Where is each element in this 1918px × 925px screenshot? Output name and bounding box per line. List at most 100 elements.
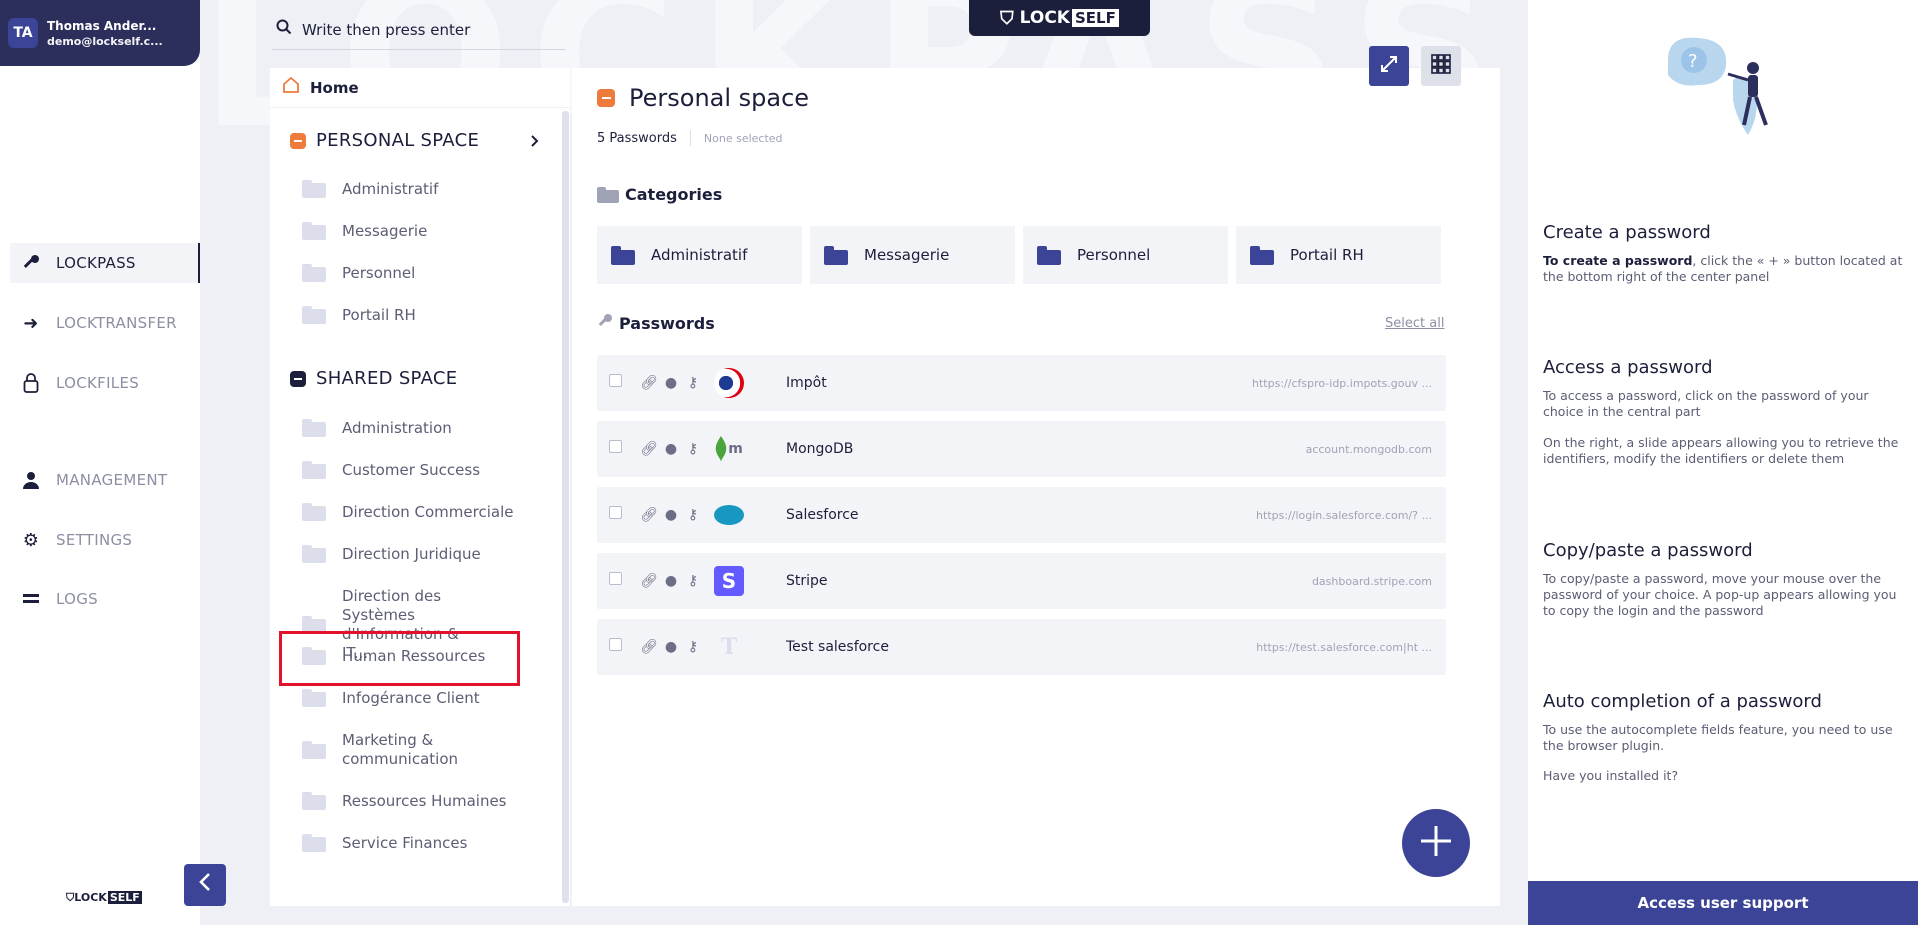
main-panel: Personal space 5 Passwords None selected… — [572, 46, 1500, 906]
link-icon[interactable]: 🔗︎ — [638, 441, 660, 457]
chevron-left-icon — [198, 872, 212, 898]
category-portail-rh[interactable]: Portail RH — [1236, 226, 1441, 284]
search-icon — [276, 19, 292, 40]
search-input[interactable] — [302, 20, 542, 39]
folder-marketing-communication[interactable]: Marketing & communication — [302, 731, 462, 769]
letter-t-logo: T — [720, 634, 738, 660]
password-name: MongoDB — [786, 441, 854, 457]
category-administratif[interactable]: Administratif — [597, 226, 802, 284]
folder-icon — [302, 180, 326, 198]
folder-direction-juridique[interactable]: Direction Juridique — [302, 545, 552, 563]
folder-icon — [1037, 245, 1061, 265]
folder-personnel[interactable]: Personnel — [302, 264, 552, 282]
expand-icon — [1379, 54, 1399, 79]
user-icon[interactable]: ● — [660, 639, 682, 655]
add-password-button[interactable] — [1402, 809, 1470, 877]
tree-home[interactable]: Home — [270, 68, 570, 108]
nav-item-management[interactable]: MANAGEMENT — [10, 460, 200, 500]
grid-view-button[interactable] — [1421, 46, 1461, 86]
nav-label: LOCKTRANSFER — [56, 314, 177, 332]
password-name: Salesforce — [786, 507, 859, 523]
user-icon[interactable]: ● — [660, 441, 682, 457]
password-row-stripe[interactable]: 🔗︎ ● ⚷ S Stripe dashboard.stripe.com — [597, 553, 1446, 609]
folder-customer-success[interactable]: Customer Success — [302, 461, 552, 479]
key-icon[interactable]: ⚷ — [682, 639, 704, 655]
folder-icon — [302, 834, 326, 852]
link-icon[interactable]: 🔗︎ — [638, 573, 660, 589]
nav-item-logs[interactable]: LOGS — [10, 579, 200, 619]
folder-icon — [302, 419, 326, 437]
folder-messagerie[interactable]: Messagerie — [302, 222, 552, 240]
folder-icon — [302, 264, 326, 282]
arrow-right-icon: ➜ — [23, 312, 39, 334]
link-icon[interactable]: 🔗︎ — [638, 507, 660, 523]
folder-administratif[interactable]: Administratif — [302, 180, 552, 198]
passwords-heading: Passwords — [597, 313, 715, 334]
shared-space-title[interactable]: SHARED SPACE — [290, 368, 457, 389]
link-icon[interactable]: 🔗︎ — [638, 375, 660, 391]
folder-direction-commerciale[interactable]: Direction Commerciale — [302, 503, 552, 521]
folder-icon — [302, 222, 326, 240]
personal-space-title[interactable]: PERSONAL SPACE — [290, 130, 479, 151]
folder-ressources-humaines[interactable]: Ressources Humaines — [302, 792, 552, 810]
nav-item-lockfiles[interactable]: LOCKFILES — [10, 363, 200, 403]
category-messagerie[interactable]: Messagerie — [810, 226, 1015, 284]
selection-status: None selected — [703, 131, 783, 145]
gear-icon: ⚙ — [22, 529, 40, 551]
stripe-logo: S — [714, 566, 744, 596]
password-row-mongodb[interactable]: 🔗︎ ● ⚷ m MongoDB account.mongodb.com — [597, 421, 1446, 477]
help-auto-completion: Auto completion of a password To use the… — [1543, 691, 1893, 783]
link-icon[interactable]: 🔗︎ — [638, 639, 660, 655]
nav-label: LOGS — [56, 590, 98, 608]
divider — [689, 130, 691, 146]
nav-item-locktransfer[interactable]: ➜ LOCKTRANSFER — [10, 303, 200, 343]
collapse-sidebar-button[interactable] — [184, 864, 226, 906]
category-personnel[interactable]: Personnel — [1023, 226, 1228, 284]
nav-item-lockpass[interactable]: LOCKPASS — [10, 243, 200, 283]
user-icon[interactable]: ● — [660, 375, 682, 391]
user-icon[interactable]: ● — [660, 507, 682, 523]
key-icon[interactable]: ⚷ — [682, 441, 704, 457]
help-illustration: ? — [1648, 30, 1798, 145]
home-icon — [282, 76, 300, 99]
row-checkbox[interactable] — [609, 637, 622, 651]
row-checkbox[interactable] — [609, 505, 622, 519]
view-buttons — [1369, 46, 1461, 86]
folder-icon — [597, 186, 619, 203]
folder-icon — [302, 503, 326, 521]
password-row-impot[interactable]: 🔗︎ ● ⚷ Impôt https://cfspro-idp.impots.gou… — [597, 355, 1446, 411]
key-icon[interactable]: ⚷ — [682, 507, 704, 523]
key-icon[interactable]: ⚷ — [682, 375, 704, 391]
select-all-link[interactable]: Select all — [1385, 316, 1444, 331]
list-icon — [20, 588, 42, 610]
left-navigation: TA Thomas Ander... demo@lockself.c... LO… — [0, 0, 200, 925]
collapse-square-icon — [290, 370, 306, 387]
password-row-salesforce[interactable]: 🔗︎ ● ⚷ Salesforce https://login.salesforce… — [597, 487, 1446, 543]
row-checkbox[interactable] — [609, 373, 622, 387]
help-panel: ? Create a password To create a password… — [1528, 0, 1918, 925]
password-name: Stripe — [786, 573, 828, 589]
tree-scrollbar[interactable] — [562, 111, 569, 903]
password-row-test-salesforce[interactable]: 🔗︎ ● ⚷ T Test salesforce https://test.sale… — [597, 619, 1446, 675]
nav-label: SETTINGS — [56, 531, 133, 549]
personal-space-square-icon — [597, 89, 615, 107]
user-card[interactable]: TA Thomas Ander... demo@lockself.c... — [0, 0, 200, 66]
nav-item-settings[interactable]: ⚙ SETTINGS — [10, 520, 200, 560]
chevron-right-icon[interactable] — [530, 132, 540, 153]
user-icon[interactable]: ● — [660, 573, 682, 589]
help-access-password: Access a password To access a password, … — [1543, 357, 1899, 466]
access-user-support-button[interactable]: Access user support — [1528, 881, 1918, 925]
expand-button[interactable] — [1369, 46, 1409, 86]
folder-icon — [302, 689, 326, 707]
folder-administration[interactable]: Administration — [302, 419, 552, 437]
user-name: Thomas Ander... — [47, 18, 157, 33]
folder-infogerance-client[interactable]: Infogérance Client — [302, 689, 552, 707]
password-count: 5 Passwords — [597, 130, 677, 146]
folder-service-finances[interactable]: Service Finances — [302, 834, 552, 852]
row-checkbox[interactable] — [609, 571, 622, 585]
nav-label: LOCKPASS — [56, 254, 136, 272]
lock-icon — [20, 372, 42, 394]
row-checkbox[interactable] — [609, 439, 622, 453]
key-icon[interactable]: ⚷ — [682, 573, 704, 589]
folder-portail-rh[interactable]: Portail RH — [302, 306, 552, 324]
